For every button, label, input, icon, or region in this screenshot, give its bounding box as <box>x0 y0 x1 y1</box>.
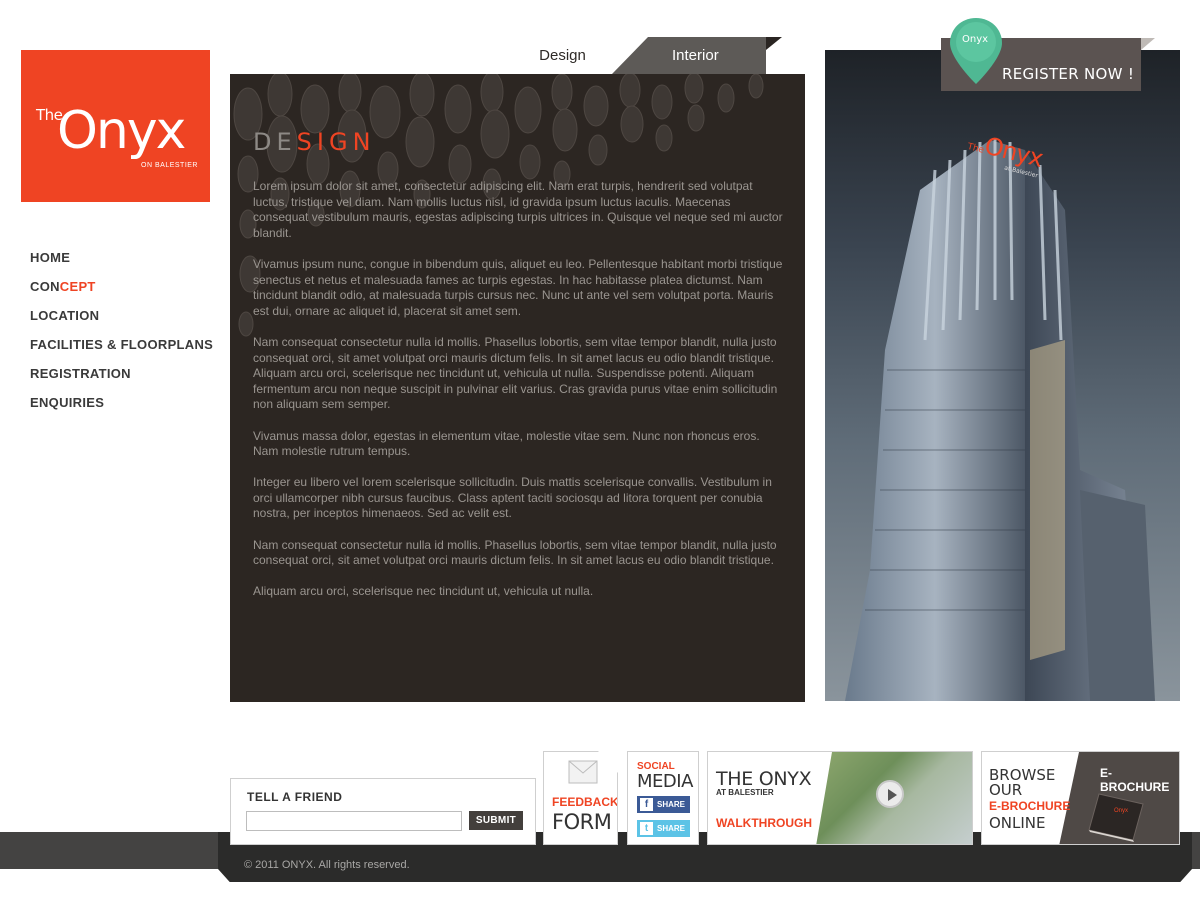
tab-design[interactable]: Design <box>500 40 625 74</box>
ebrochure-l2: OUR <box>989 781 1023 799</box>
facebook-share-label: SHARE <box>657 800 686 809</box>
walkthrough-sub: AT BALESTIER <box>716 788 774 797</box>
book-text: Onyx <box>1114 808 1129 814</box>
twitter-icon: t <box>640 822 653 835</box>
tab-fold <box>766 37 782 50</box>
logo-subtitle: ON BALESTIER <box>141 162 198 169</box>
walkthrough-title: THE ONYX <box>716 768 812 790</box>
paragraph: Nam consequat consectetur nulla id molli… <box>253 537 777 568</box>
nav-facilities[interactable]: FACILITIES & FLOORPLANS <box>30 337 213 366</box>
feedback-line1: FEEDBACK <box>552 795 618 809</box>
paragraph: Vivamus ipsum nunc, congue in bibendum q… <box>253 256 783 318</box>
paragraph: Vivamus massa dolor, egestas in elementu… <box>253 428 760 459</box>
feedback-line2: FORM <box>552 810 612 834</box>
tell-a-friend-box: TELL A FRIEND SUBMIT <box>230 778 536 845</box>
tab-interior-bg: Interior <box>612 37 766 74</box>
title-hl: SIGN <box>296 128 376 156</box>
register-label: REGISTER NOW ! <box>1002 65 1135 83</box>
ebrochure-l4: ONLINE <box>989 814 1046 832</box>
register-fold <box>1141 38 1155 50</box>
tab-interior[interactable]: Interior <box>612 37 782 74</box>
content-panel: DESIGN Lorem ipsum dolor sit amet, conse… <box>230 74 805 702</box>
twitter-share-label: SHARE <box>657 824 686 833</box>
nav-home[interactable]: HOME <box>30 250 213 279</box>
nav-concept-pre: CON <box>30 279 60 294</box>
submit-button[interactable]: SUBMIT <box>469 811 523 830</box>
ebrochure-l3: E-BROCHURE <box>989 799 1071 813</box>
paragraph: Lorem ipsum dolor sit amet, consectetur … <box>253 179 783 240</box>
facebook-icon: f <box>640 798 653 811</box>
logo[interactable]: The Onyx ON BALESTIER <box>21 50 210 202</box>
paragraph: Aliquam arcu orci, scelerisque nec tinci… <box>253 584 594 599</box>
facebook-share-button[interactable]: f SHARE <box>637 796 690 813</box>
tell-a-friend-label: TELL A FRIEND <box>247 790 343 804</box>
nav-registration[interactable]: REGISTRATION <box>30 366 213 395</box>
main-nav: HOME CONCEPT LOCATION FACILITIES & FLOOR… <box>30 250 213 424</box>
walkthrough-label: WALKTHROUGH <box>716 816 812 830</box>
copyright: © 2011 ONYX. All rights reserved. <box>244 859 410 871</box>
walkthrough-link[interactable]: THE ONYX AT BALESTIER WALKTHROUGH <box>707 751 973 845</box>
ebrochure-browse: BROWSE OUR <box>989 768 1055 798</box>
paragraph: Nam consequat consectetur nulla id molli… <box>253 334 778 412</box>
brochure-book-icon <box>1088 793 1144 842</box>
logo-word: Onyx <box>57 101 186 161</box>
title-pre: DE <box>253 128 297 156</box>
feedback-form-link[interactable]: FEEDBACK FORM <box>543 751 618 845</box>
map-pin-icon: Onyx <box>950 18 1002 84</box>
email-input[interactable] <box>246 811 462 831</box>
paragraph: Integer eu libero vel lorem scelerisque … <box>253 475 772 521</box>
play-icon[interactable] <box>876 780 904 808</box>
nav-location[interactable]: LOCATION <box>30 308 213 337</box>
nav-enquiries[interactable]: ENQUIRIES <box>30 395 213 424</box>
ebrochure-link[interactable]: BROWSE OUR E-BROCHURE ONLINE E-BROCHURE … <box>981 751 1180 845</box>
twitter-share-button[interactable]: t SHARE <box>637 820 690 837</box>
page-title: DESIGN <box>253 128 376 156</box>
body-text: Lorem ipsum dolor sit amet, consectetur … <box>253 179 785 616</box>
nav-concept-hl: CEPT <box>59 279 96 294</box>
tab-interior-label: Interior <box>672 47 719 64</box>
envelope-icon <box>568 760 598 784</box>
social-line2: MEDIA <box>637 771 693 792</box>
nav-concept[interactable]: CONCEPT <box>30 279 213 308</box>
building-image: TheOnyx at Balestier <box>825 50 1180 701</box>
pin-text: Onyx <box>962 34 989 45</box>
social-media-box: SOCIAL MEDIA f SHARE t SHARE <box>627 751 699 845</box>
